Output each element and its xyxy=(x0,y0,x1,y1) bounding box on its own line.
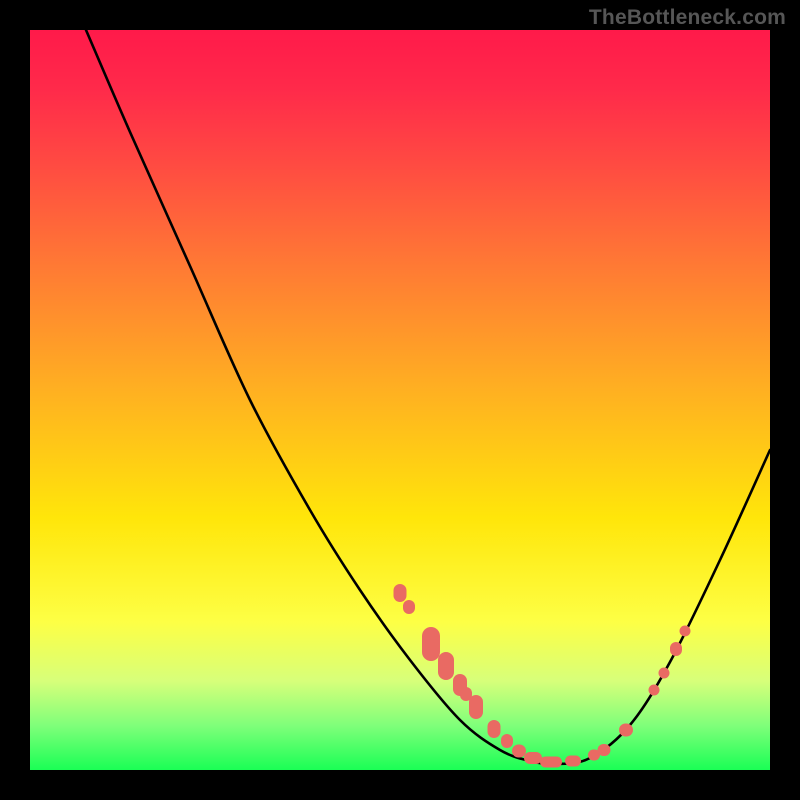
curve-marker xyxy=(403,600,415,614)
curve-marker xyxy=(649,685,660,696)
curve-marker xyxy=(488,720,501,738)
curve-marker xyxy=(422,627,440,661)
chart-canvas: TheBottleneck.com xyxy=(0,0,800,800)
curve-marker xyxy=(394,584,407,602)
plot-area xyxy=(30,30,770,770)
curve-marker xyxy=(619,724,633,737)
curve-marker xyxy=(540,757,562,768)
curve-marker xyxy=(501,734,513,748)
curve-marker xyxy=(659,668,670,679)
curve-marker xyxy=(565,756,581,767)
curve-marker xyxy=(670,642,682,656)
watermark-text: TheBottleneck.com xyxy=(589,6,786,30)
bottleneck-curve xyxy=(30,30,770,770)
curve-marker xyxy=(438,652,454,680)
curve-marker xyxy=(680,626,691,637)
curve-marker xyxy=(469,695,483,719)
curve-marker xyxy=(598,744,611,756)
